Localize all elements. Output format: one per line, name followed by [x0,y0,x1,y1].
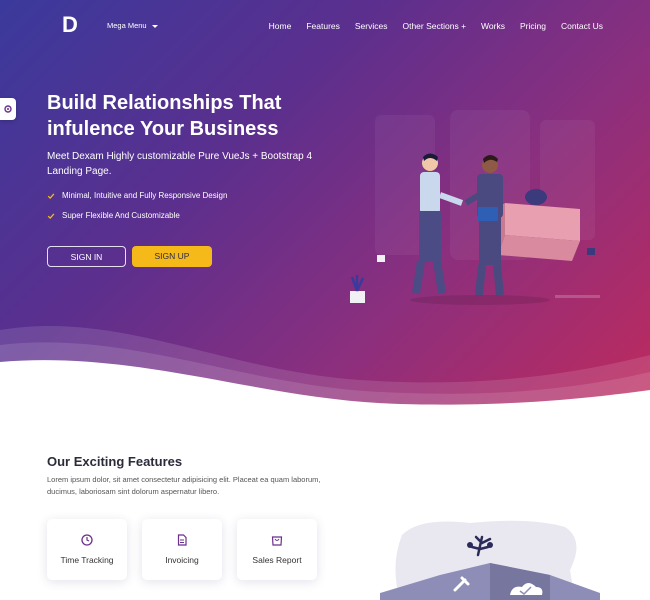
features-description: Lorem ipsum dolor, sit amet consectetur … [47,475,321,496]
check-icon [47,213,55,220]
nav-link-contact-us[interactable]: Contact Us [561,19,603,33]
gear-icon [4,105,12,113]
navbar: D Mega Menu Home Features Services Other… [0,0,650,52]
check-icon [47,193,55,200]
hero-subtitle: Meet Dexam Highly customizable Pure VueJ… [47,151,313,177]
check-text: Minimal, Intuitive and Fully Responsive … [62,191,228,200]
business-handshake-illustration [350,110,600,305]
check-text: Super Flexible And Customizable [62,211,180,220]
sign-in-button[interactable]: SIGN IN [47,246,126,267]
feature-card-invoicing[interactable]: Invoicing [142,519,222,580]
nav-link-features[interactable]: Features [306,19,340,33]
check-item: Super Flexible And Customizable [47,210,227,222]
card-label: Sales Report [252,554,302,565]
nav-link-pricing[interactable]: Pricing [520,19,546,33]
mega-menu-label: Mega Menu [107,21,147,30]
nav-link-services[interactable]: Services [355,19,388,33]
card-label: Invoicing [165,554,199,565]
card-label: Time Tracking [60,554,114,565]
feature-cards: Time Tracking Invoicing Sales Report [47,519,317,580]
feature-card-sales-report[interactable]: Sales Report [237,519,317,580]
mega-menu-toggle[interactable]: Mega Menu [107,20,158,32]
nav-link-works[interactable]: Works [481,19,505,33]
document-icon [177,533,187,546]
features-illustration [380,520,600,600]
check-item: Minimal, Intuitive and Fully Responsive … [47,190,227,202]
logo[interactable]: D [62,14,80,36]
nav-link-home[interactable]: Home [269,19,292,33]
hero-section: D Mega Menu Home Features Services Other… [0,0,650,420]
features-title: Our Exciting Features [47,454,183,469]
hero-title: Build Relationships That infulence Your … [47,92,282,140]
shopping-bag-icon [271,535,283,546]
settings-toggle[interactable] [0,98,16,120]
feature-card-time-tracking[interactable]: Time Tracking [47,519,127,580]
caret-down-icon [151,24,158,28]
nav-links: Home Features Services Other Sections + … [254,19,603,33]
feature-checklist: Minimal, Intuitive and Fully Responsive … [47,190,227,230]
clock-icon [81,533,93,546]
nav-link-other-sections[interactable]: Other Sections + [402,19,466,33]
sign-up-button[interactable]: SIGN UP [132,246,212,267]
